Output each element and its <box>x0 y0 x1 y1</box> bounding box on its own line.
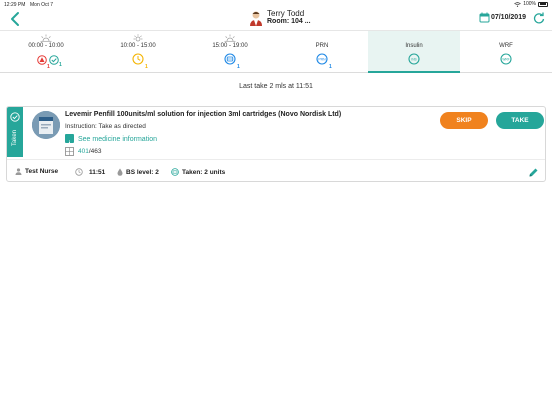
stock-current: 401 <box>78 148 89 155</box>
tab-badge: 1 <box>329 64 332 70</box>
tab-prn[interactable]: PRN PRN 1 <box>276 31 368 73</box>
refresh-icon[interactable] <box>533 12 545 24</box>
take-time: 11:51 <box>89 168 106 176</box>
taken-amount: Taken: 2 units <box>182 168 226 176</box>
stock-total: /463 <box>88 148 102 155</box>
svg-text:WRF: WRF <box>502 57 509 61</box>
taken-amount-info: Taken: 2 units <box>171 168 225 176</box>
medicine-info-link[interactable]: See medicine information <box>78 136 157 143</box>
take-button[interactable]: TAKE <box>496 112 544 129</box>
drug-name: Levemir Penfill 100units/ml solution for… <box>65 111 342 118</box>
stock-box-icon <box>65 147 74 156</box>
patient-avatar <box>250 11 262 26</box>
bs-level-info: BS level: 2 <box>117 168 159 176</box>
back-chevron-icon[interactable] <box>8 11 22 27</box>
tab-label: 15:00 - 19:00 <box>212 43 248 49</box>
tab-insulin[interactable]: Insulin INS <box>368 31 460 73</box>
battery-icon <box>538 1 548 7</box>
stock-count: 401/463 <box>78 148 102 155</box>
tab-label: WRF <box>499 43 513 49</box>
tab-00-10[interactable]: 00:00 - 10:00 1 1 <box>0 31 92 73</box>
sunset-icon <box>224 34 236 42</box>
bs-level: BS level: 2 <box>126 168 159 176</box>
taken-status-strip: Taken <box>7 107 23 157</box>
header-date[interactable]: 07/10/2019 <box>491 14 526 21</box>
battery-percent: 100% <box>523 1 536 7</box>
svg-text:PRN: PRN <box>318 57 326 61</box>
time-info: 11:51 <box>75 168 105 176</box>
svg-text:i: i <box>69 140 71 147</box>
dose-icon <box>171 168 179 176</box>
status-right: 100% <box>514 1 548 7</box>
status-bar: 12:29 PM Mon Oct 7 100% <box>0 0 552 9</box>
tab-label: Insulin <box>405 43 423 49</box>
check-icon <box>49 55 59 65</box>
blood-drop-icon <box>117 168 123 176</box>
sun-icon <box>133 34 143 42</box>
clock-icon <box>132 53 144 65</box>
patient-name: Terry Todd <box>267 9 305 18</box>
svg-text:INS: INS <box>411 57 416 61</box>
skip-button[interactable]: SKIP <box>440 112 488 129</box>
sunrise-icon <box>40 34 52 42</box>
person-icon <box>15 168 22 175</box>
taken-label: Taken <box>12 130 18 147</box>
nurse-name: Test Nurse <box>25 168 59 175</box>
tab-wrf[interactable]: WRF WRF <box>460 31 552 73</box>
card-footer: Test Nurse 11:51 BS level: 2 Taken: 2 un… <box>7 160 545 183</box>
status-date: Mon Oct 7 <box>30 2 54 8</box>
prn-icon: PRN <box>316 53 328 65</box>
info-icon[interactable]: i <box>65 134 74 147</box>
tab-label: PRN <box>315 43 329 49</box>
tab-badge-taken: 1 <box>59 62 62 68</box>
tab-label: 00:00 - 10:00 <box>28 43 64 49</box>
tab-10-15[interactable]: 10:00 - 15:00 1 <box>92 31 184 73</box>
edit-pencil-icon[interactable] <box>528 167 539 178</box>
clock-icon <box>75 168 83 176</box>
medicine-box-icon <box>224 53 236 65</box>
wifi-icon <box>514 1 521 7</box>
round-tabs: 00:00 - 10:00 1 1 10:00 - 15:00 1 15:00 … <box>0 30 552 73</box>
alert-icon <box>37 55 47 65</box>
wrf-icon: WRF <box>500 53 512 65</box>
patient-room: Room: 104 ... <box>267 18 311 25</box>
tab-badge: 1 <box>237 64 240 70</box>
nurse-info: Test Nurse <box>15 168 58 175</box>
last-take-info: Last take 2 mls at 11:51 <box>239 83 313 90</box>
header: Terry Todd Room: 104 ... 07/10/2019 <box>0 9 552 29</box>
status-time: 12:29 PM <box>4 2 26 8</box>
medication-card: Taken Levemir Penfill 100units/ml soluti… <box>6 106 546 182</box>
calendar-icon[interactable] <box>479 12 490 23</box>
tab-15-19[interactable]: 15:00 - 19:00 1 <box>184 31 276 73</box>
drug-image <box>32 111 60 139</box>
tab-badge: 1 <box>145 64 148 70</box>
insulin-icon: INS <box>408 53 420 65</box>
tab-label: 10:00 - 15:00 <box>120 43 156 49</box>
drug-instruction: Instruction: Take as directed <box>65 123 146 130</box>
